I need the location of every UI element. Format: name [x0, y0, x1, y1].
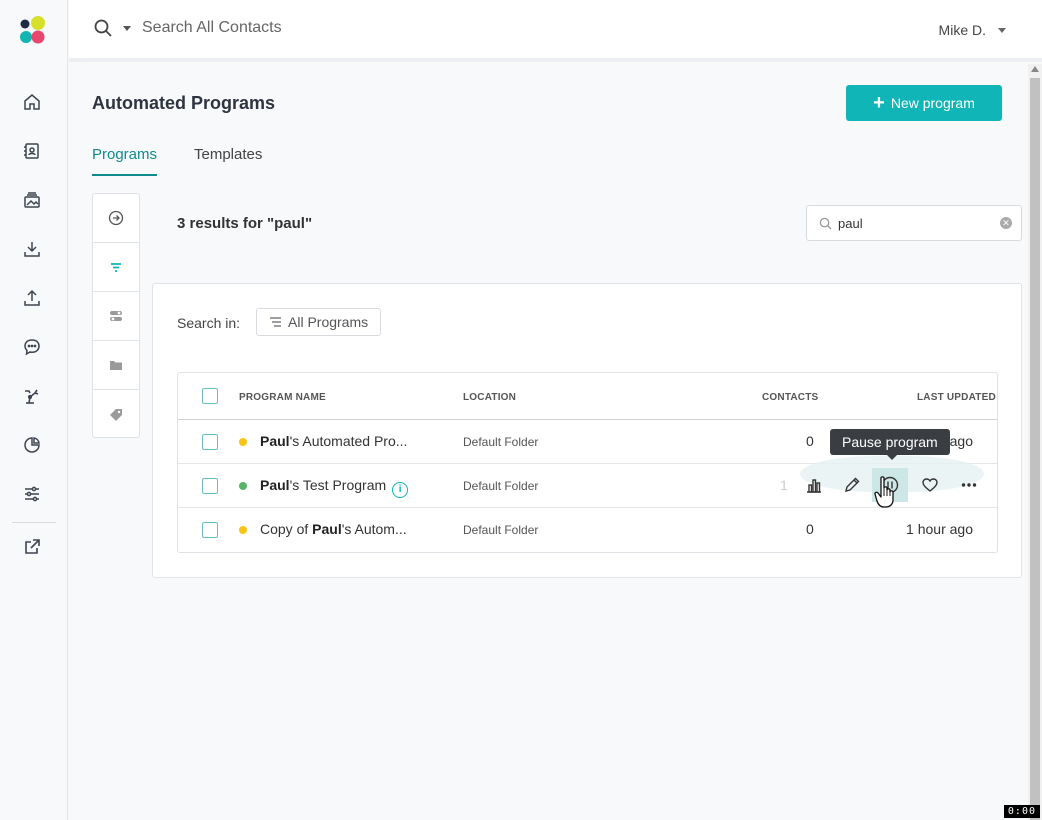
- search-icon: [819, 217, 832, 230]
- location-cell: Default Folder: [463, 435, 539, 449]
- chevron-down-icon: [998, 27, 1006, 33]
- bar-chart-icon: [807, 479, 821, 493]
- stats-button[interactable]: [803, 474, 825, 496]
- pencil-icon: [845, 477, 860, 492]
- location-cell: Default Folder: [463, 479, 539, 493]
- results-title: 3 results for "paul": [177, 215, 313, 232]
- program-name-link[interactable]: Paul's Test Program i: [260, 477, 409, 498]
- status-filter-button[interactable]: [93, 292, 139, 341]
- column-location[interactable]: LOCATION: [463, 392, 516, 403]
- program-search-box[interactable]: ✕: [806, 205, 1022, 241]
- search-in-value: All Programs: [288, 314, 369, 330]
- edit-button[interactable]: [841, 474, 863, 496]
- automation-robot-arm-icon[interactable]: [20, 384, 44, 408]
- heart-icon: [922, 478, 938, 492]
- scroll-thumb[interactable]: [1030, 78, 1040, 820]
- hand-cursor-icon: [874, 476, 894, 508]
- clear-search-icon[interactable]: ✕: [1000, 217, 1012, 229]
- new-program-label: New program: [890, 95, 975, 111]
- row-checkbox[interactable]: [202, 522, 218, 538]
- name-highlight: Paul: [260, 433, 290, 449]
- collapse-panel-button[interactable]: [93, 194, 139, 243]
- name-rest: 's Autom...: [341, 521, 407, 537]
- status-dot: [239, 482, 247, 490]
- upload-icon[interactable]: [20, 286, 44, 310]
- program-name-link[interactable]: Paul's Automated Pro...: [260, 433, 407, 449]
- select-all-checkbox[interactable]: [202, 388, 218, 404]
- folder-icon: [110, 361, 122, 370]
- table-row[interactable]: Copy of Paul's Autom... Default Folder 0…: [178, 508, 997, 552]
- user-name: Mike D.: [938, 22, 986, 38]
- name-rest: 's Test Program: [289, 477, 387, 493]
- table-header: PROGRAM NAME LOCATION CONTACTS LAST UPDA…: [178, 373, 997, 420]
- reports-pie-icon[interactable]: [20, 433, 44, 457]
- arrow-circle-right-icon: [108, 210, 124, 226]
- home-icon[interactable]: [20, 90, 44, 114]
- external-link-icon[interactable]: [20, 535, 44, 559]
- page-title: Automated Programs: [92, 93, 276, 113]
- media-library-icon[interactable]: [20, 188, 44, 212]
- contacts-cell: 1: [780, 477, 788, 493]
- left-nav: [0, 0, 68, 820]
- column-last-updated[interactable]: LAST UPDATED: [917, 392, 996, 403]
- tool-panel: [92, 193, 140, 438]
- program-search-input[interactable]: [838, 216, 988, 231]
- filter-button[interactable]: [93, 243, 139, 292]
- column-contacts[interactable]: CONTACTS: [762, 392, 818, 403]
- tag-icon: [110, 408, 122, 421]
- contacts-cell: 0: [806, 433, 814, 449]
- folder-filter-button[interactable]: [93, 341, 139, 390]
- name-prefix: Copy of: [260, 521, 313, 537]
- program-name-link[interactable]: Copy of Paul's Autom...: [260, 521, 407, 537]
- scrollbar[interactable]: [1028, 64, 1042, 820]
- more-horizontal-icon: [961, 483, 977, 487]
- favorite-button[interactable]: [919, 474, 941, 496]
- download-icon[interactable]: [20, 237, 44, 261]
- search-scope-dropdown[interactable]: [93, 18, 131, 38]
- status-dot: [239, 526, 247, 534]
- search-in-label: Search in:: [177, 315, 241, 331]
- search-in-dropdown[interactable]: All Programs: [256, 308, 382, 336]
- plus-icon: +: [873, 92, 885, 114]
- settings-sliders-icon[interactable]: [20, 482, 44, 506]
- tab-templates[interactable]: Templates: [194, 146, 262, 174]
- toggle-icon: [110, 311, 122, 321]
- nav-divider: [12, 522, 56, 523]
- programs-table: PROGRAM NAME LOCATION CONTACTS LAST UPDA…: [177, 372, 998, 553]
- recording-timer: 0:00: [1003, 805, 1040, 818]
- top-bar: Mike D.: [69, 0, 1042, 62]
- name-highlight: Paul: [312, 521, 342, 537]
- location-cell: Default Folder: [463, 523, 539, 537]
- column-program-name[interactable]: PROGRAM NAME: [239, 392, 326, 403]
- scroll-up-arrow[interactable]: [1031, 66, 1039, 72]
- app-logo[interactable]: [19, 15, 47, 45]
- row-checkbox[interactable]: [202, 434, 218, 450]
- list-indent-icon: [270, 317, 281, 327]
- tab-programs[interactable]: Programs: [92, 146, 158, 176]
- contacts-book-icon[interactable]: [20, 139, 44, 163]
- tag-filter-button[interactable]: [93, 390, 139, 439]
- info-icon[interactable]: i: [392, 482, 409, 498]
- name-highlight: Paul: [260, 477, 290, 493]
- pause-program-tooltip: Pause program: [830, 429, 950, 460]
- name-rest: 's Automated Pro...: [289, 433, 408, 449]
- filter-icon: [111, 263, 121, 272]
- last-updated-cell: 1 hour ago: [906, 521, 973, 537]
- search-input[interactable]: [142, 19, 542, 37]
- chat-icon[interactable]: [20, 335, 44, 359]
- new-program-button[interactable]: + New program: [846, 85, 1002, 121]
- row-checkbox[interactable]: [202, 478, 218, 494]
- search-icon: [94, 19, 112, 37]
- contacts-cell: 0: [806, 521, 814, 537]
- user-menu[interactable]: Mike D.: [939, 22, 1006, 38]
- more-options-button[interactable]: [958, 474, 980, 496]
- status-dot: [239, 438, 247, 446]
- chevron-down-icon: [123, 25, 131, 31]
